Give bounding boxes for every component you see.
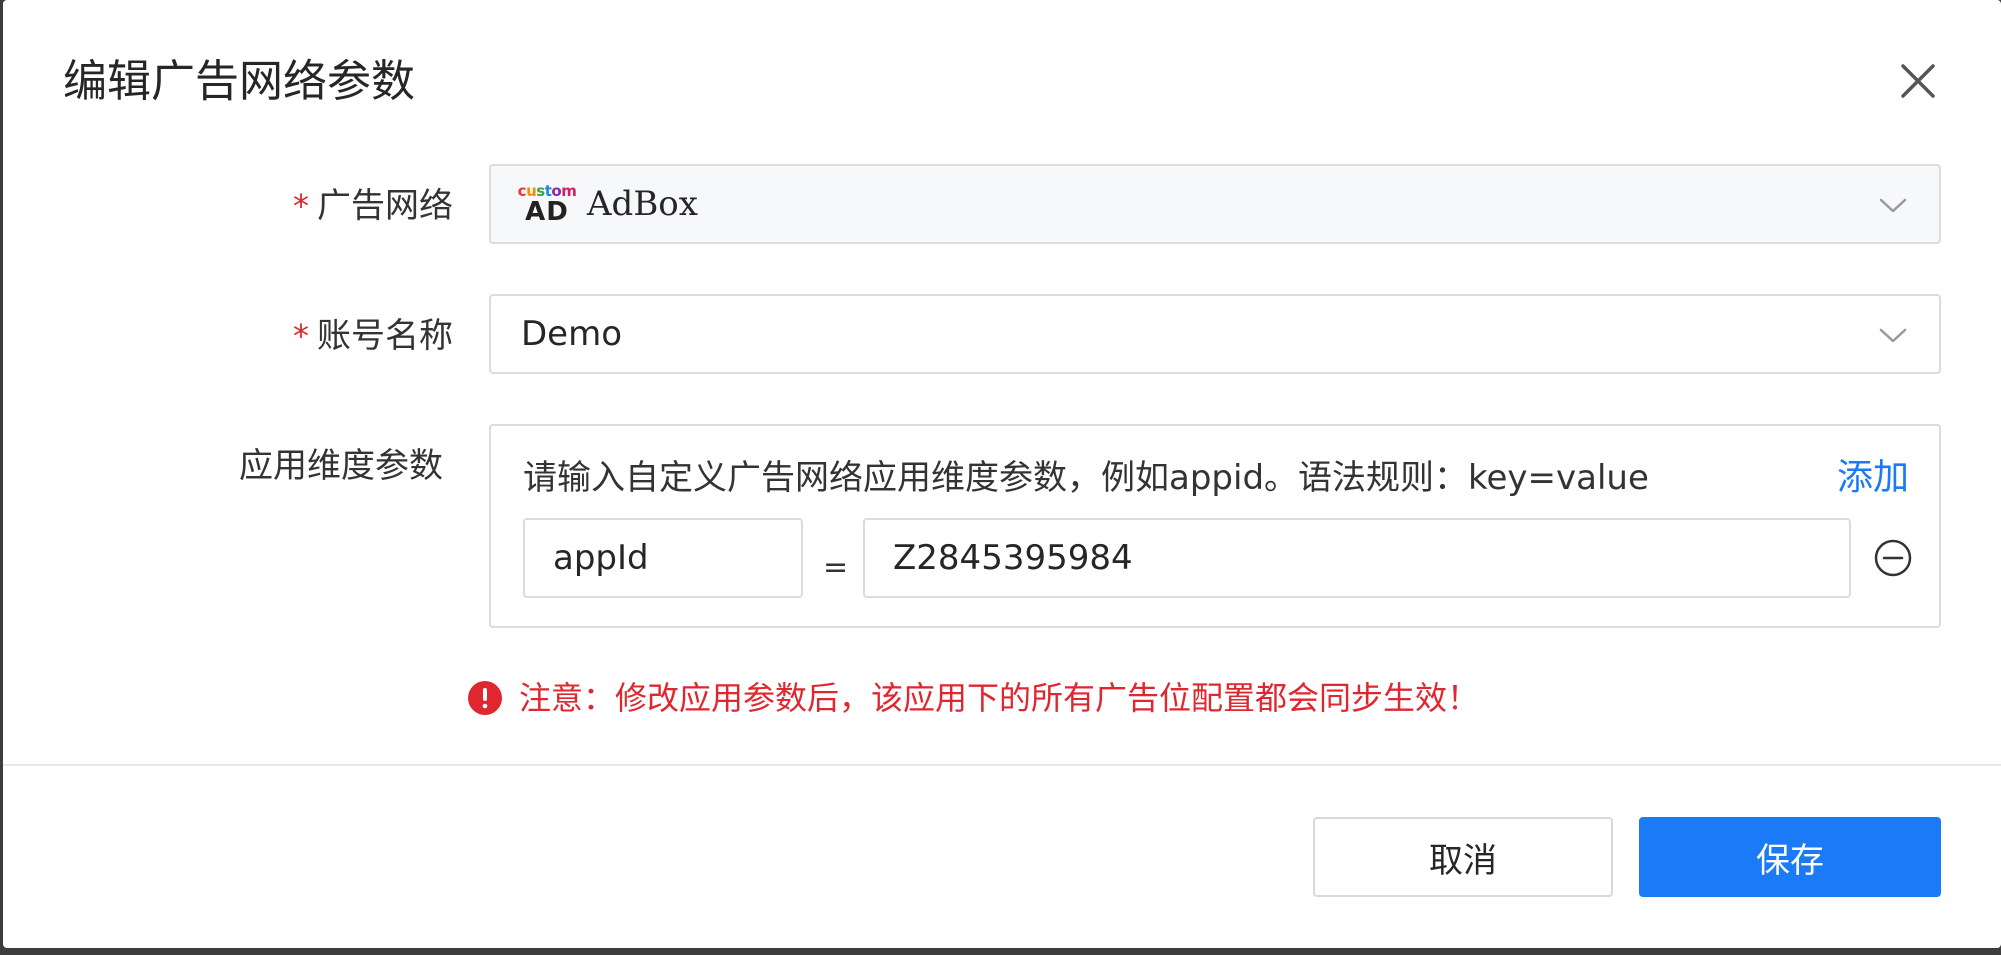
chevron-down-icon [1879,198,1907,213]
param-value-input[interactable]: Z2845395984 [863,518,1851,598]
warning-text: 注意：修改应用参数后，该应用下的所有广告位配置都会同步生效！ [519,679,1480,717]
ad-network-value: AdBox [587,184,698,224]
app-params-box: 请输入自定义广告网络应用维度参数，例如appid。语法规则：key=value … [489,424,1941,628]
app-params-hint: 请输入自定义广告网络应用维度参数，例如appid。语法规则：key=value [523,458,1649,498]
close-button[interactable] [1893,56,1943,106]
account-select[interactable]: Demo [489,294,1941,374]
account-label: * 账号名称 [293,316,453,356]
account-value: Demo [521,314,623,354]
param-key-input[interactable]: appId [523,518,803,598]
dialog-title: 编辑广告网络参数 [63,56,415,107]
ad-network-select[interactable]: custom AD AdBox [489,164,1941,244]
close-icon [1901,64,1935,98]
warning-notice: 注意：修改应用参数后，该应用下的所有广告位配置都会同步生效！ [467,674,1479,722]
add-param-link[interactable]: 添加 [1837,454,1909,502]
required-mark: * [293,187,309,225]
save-button[interactable]: 保存 [1639,817,1941,897]
chevron-down-icon [1879,328,1907,343]
exclamation-circle-icon [468,681,502,715]
ad-network-label: * 广告网络 [293,186,453,226]
param-equals-sign: = [823,550,849,585]
edit-ad-network-dialog: 编辑广告网络参数 * 广告网络 custom AD AdBox * 账号名称 Dem… [3,0,2001,948]
minus-circle-icon[interactable] [1871,536,1915,580]
footer-divider [3,764,2001,766]
custom-ad-logo: custom AD [517,182,577,227]
required-mark: * [293,317,309,355]
app-params-label: 应用维度参数 [239,446,443,486]
cancel-button[interactable]: 取消 [1313,817,1613,897]
